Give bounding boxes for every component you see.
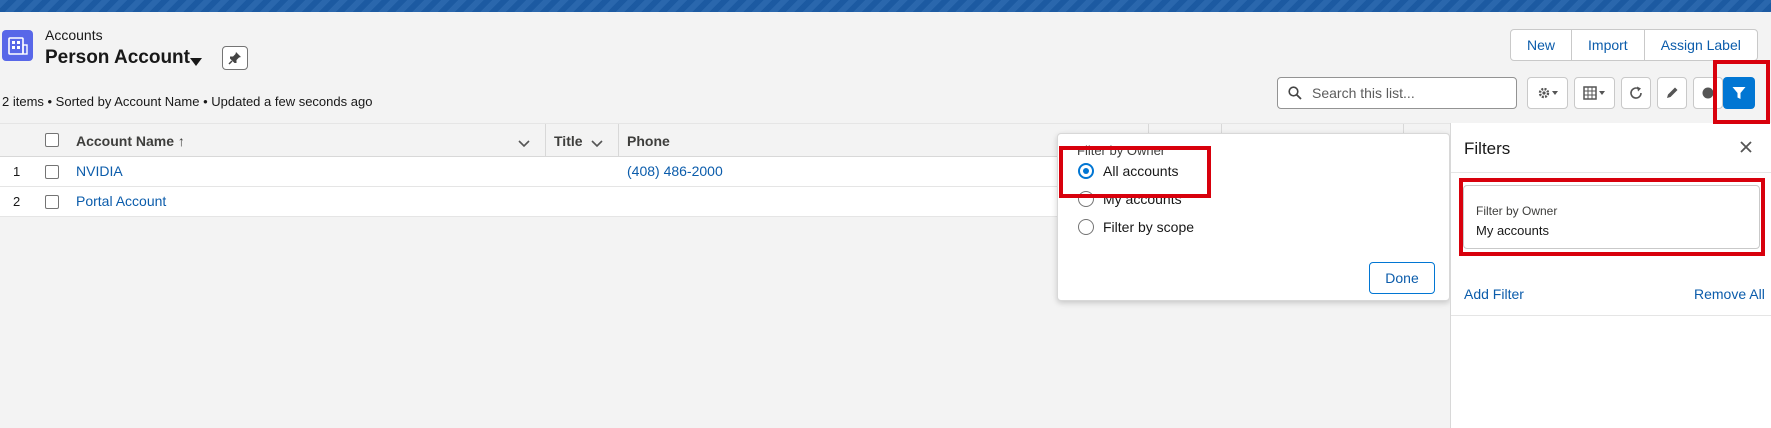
search-input[interactable] <box>1310 84 1514 102</box>
radio-filter-by-scope[interactable]: Filter by scope <box>1078 219 1194 235</box>
pencil-icon <box>1667 87 1678 98</box>
select-all-checkbox[interactable] <box>45 133 59 147</box>
add-filter-link[interactable]: Add Filter <box>1464 286 1524 302</box>
display-as-button[interactable] <box>1574 77 1615 109</box>
list-view-title: Person Account <box>45 47 190 68</box>
top-brand-band <box>0 0 1771 12</box>
remove-all-link[interactable]: Remove All <box>1694 286 1765 302</box>
chart-icon <box>1702 87 1714 99</box>
table-view-icon <box>1582 86 1605 100</box>
phone-link[interactable]: (408) 486-2000 <box>627 163 723 179</box>
done-button[interactable]: Done <box>1369 262 1435 294</box>
radio-label: Filter by scope <box>1103 219 1195 235</box>
row-number: 2 <box>13 194 21 209</box>
search-icon <box>1288 86 1302 100</box>
filters-panel-title: Filters <box>1464 139 1511 158</box>
row-number: 1 <box>13 164 21 179</box>
filter-icon <box>1732 87 1746 99</box>
close-icon[interactable] <box>1739 140 1753 157</box>
column-header-title[interactable]: Title <box>554 124 583 157</box>
gear-icon <box>1538 87 1558 99</box>
owner-filter-card[interactable]: Filter by Owner My accounts <box>1463 185 1760 249</box>
popover-legend: Filter by Owner <box>1077 143 1166 158</box>
radio-button[interactable] <box>1078 163 1094 179</box>
column-header-account-name[interactable]: Account Name ↑ <box>76 124 185 157</box>
filter-by-owner-popover: Filter by Owner All accounts My accounts… <box>1057 133 1450 301</box>
account-name-link[interactable]: Portal Account <box>76 193 166 209</box>
filter-value: My accounts <box>1476 223 1549 238</box>
refresh-icon <box>1630 86 1642 99</box>
edit-list-button[interactable] <box>1657 77 1687 109</box>
account-name-link[interactable]: NVIDIA <box>76 163 123 179</box>
charts-button[interactable] <box>1693 77 1723 109</box>
search-list-box[interactable] <box>1277 77 1517 109</box>
radio-button[interactable] <box>1078 191 1094 207</box>
row-checkbox[interactable] <box>45 165 59 179</box>
accounts-grid-icon <box>2 30 33 61</box>
object-label: Accounts <box>45 27 103 43</box>
chevron-down-icon[interactable] <box>518 135 530 151</box>
list-meta-text: 2 items • Sorted by Account Name • Updat… <box>2 94 373 109</box>
column-header-phone[interactable]: Phone <box>627 124 670 157</box>
divider <box>1451 315 1771 316</box>
filter-button[interactable] <box>1723 77 1755 109</box>
pin-list-button[interactable] <box>222 46 248 70</box>
pin-icon <box>228 52 241 65</box>
header-actions: New Import Assign Label <box>1510 29 1758 61</box>
assign-label-button[interactable]: Assign Label <box>1643 29 1758 61</box>
import-button[interactable]: Import <box>1571 29 1645 61</box>
radio-all-accounts[interactable]: All accounts <box>1078 163 1178 179</box>
filters-panel: Filters Filter by Owner My accounts Add … <box>1450 123 1771 428</box>
radio-label: All accounts <box>1103 163 1179 179</box>
radio-button[interactable] <box>1078 219 1094 235</box>
list-settings-button[interactable] <box>1527 77 1568 109</box>
radio-label: My accounts <box>1103 191 1182 207</box>
new-button[interactable]: New <box>1510 29 1573 61</box>
divider <box>1451 172 1771 173</box>
radio-my-accounts[interactable]: My accounts <box>1078 191 1182 207</box>
chevron-down-icon[interactable] <box>190 53 202 69</box>
filter-label: Filter by Owner <box>1476 204 1558 218</box>
chevron-down-icon[interactable] <box>591 135 603 151</box>
row-checkbox[interactable] <box>45 195 59 209</box>
refresh-button[interactable] <box>1621 77 1651 109</box>
